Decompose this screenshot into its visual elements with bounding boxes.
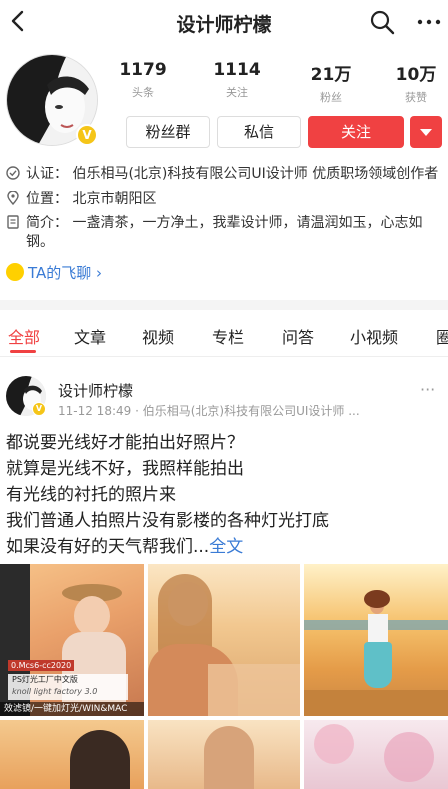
tab-columns[interactable]: 专栏 bbox=[212, 324, 244, 348]
post-image-2[interactable] bbox=[148, 564, 300, 716]
hair-shape bbox=[364, 590, 390, 608]
post-text-truncated: 如果没有好的天气帮我们... bbox=[6, 537, 210, 557]
tab-circle[interactable]: 圈 bbox=[436, 324, 448, 348]
image-tag: 0.Mcs6-cc2020 bbox=[8, 660, 75, 671]
tab-articles[interactable]: 文章 bbox=[74, 324, 106, 348]
image-caption-title: PS灯光工厂中文版 bbox=[12, 675, 78, 684]
tab-short-videos[interactable]: 小视频 bbox=[350, 324, 398, 348]
stat-value: 1114 bbox=[213, 60, 261, 80]
post-image-3[interactable] bbox=[304, 564, 448, 716]
location-text: 位置： 北京市朝阳区 bbox=[26, 191, 157, 207]
top-bar: 设计师柠檬 bbox=[0, 0, 448, 44]
search-icon[interactable] bbox=[368, 8, 396, 36]
fans-group-button[interactable]: 粉丝群 bbox=[126, 116, 210, 148]
message-button[interactable]: 私信 bbox=[217, 116, 301, 148]
feiliao-link[interactable]: TA的飞聊 › bbox=[6, 262, 102, 283]
skirt-shape bbox=[364, 642, 392, 688]
stat-following[interactable]: 1114 关注 bbox=[202, 60, 272, 100]
active-tab-indicator bbox=[10, 350, 36, 353]
post-text-line: 有光线的衬托的照片来 bbox=[6, 485, 176, 505]
image-bottom-text: 效滤镜/一键加灯光/WIN&MAC bbox=[0, 702, 144, 716]
image-caption-sub: knoll light factory 3.0 bbox=[12, 687, 98, 696]
intro-text-continued: 钢。 bbox=[26, 234, 54, 250]
post-author[interactable]: 设计师柠檬 bbox=[58, 380, 133, 401]
post-text-last-line: 如果没有好的天气帮我们...全文 bbox=[6, 532, 243, 557]
tab-qa[interactable]: 问答 bbox=[282, 324, 314, 348]
sand-shape bbox=[208, 664, 300, 716]
post-text-line: 都说要光线好才能拍出好照片？ bbox=[6, 433, 244, 453]
post-image-4[interactable] bbox=[0, 720, 144, 789]
blossom-shape bbox=[314, 724, 354, 764]
verified-badge: V bbox=[76, 124, 98, 146]
stat-value: 10万 bbox=[395, 65, 437, 85]
stat-label: 粉丝 bbox=[320, 91, 342, 104]
more-icon[interactable] bbox=[416, 12, 442, 32]
post-image-5[interactable] bbox=[148, 720, 300, 789]
post-text-line: 我们普通人拍照片没有影楼的各种灯光打底 bbox=[6, 511, 329, 531]
stat-fans[interactable]: 21万 粉丝 bbox=[296, 60, 366, 105]
hair-shape bbox=[70, 730, 130, 789]
tab-videos[interactable]: 视频 bbox=[142, 324, 174, 348]
post-text-line: 就算是光线不好，我照样能拍出 bbox=[6, 459, 244, 479]
verified-check-icon bbox=[6, 166, 20, 180]
image-caption-box: PS灯光工厂中文版 knoll light factory 3.0 bbox=[8, 674, 128, 700]
post-more-icon[interactable]: ··· bbox=[420, 380, 435, 399]
stat-likes[interactable]: 10万 获赞 bbox=[388, 60, 444, 105]
certification-text: 认证： 伯乐相马(北京)科技有限公司UI设计师 优质职场领域创作者 bbox=[26, 166, 439, 182]
sand-shape bbox=[304, 690, 448, 716]
certification-row: 认证： 伯乐相马(北京)科技有限公司UI设计师 优质职场领域创作者 bbox=[6, 164, 438, 184]
stat-value: 21万 bbox=[310, 65, 352, 85]
tab-all[interactable]: 全部 bbox=[8, 324, 40, 348]
stat-toutiao[interactable]: 1179 头条 bbox=[108, 60, 178, 100]
location-row: 位置： 北京市朝阳区 bbox=[6, 189, 156, 209]
top-shape bbox=[368, 614, 388, 644]
blossom-shape bbox=[384, 732, 434, 782]
intro-row: 简介： 一盏清茶，一方净土，我辈设计师，请温润如玉，心志如 bbox=[6, 213, 422, 233]
follow-dropdown-button[interactable] bbox=[410, 116, 442, 148]
post-verified-badge: V bbox=[32, 402, 46, 416]
post-meta: 11-12 18:49 · 伯乐相马(北京)科技有限公司UI设计师 ... bbox=[58, 404, 360, 418]
location-pin-icon bbox=[7, 191, 19, 205]
intro-text: 简介： 一盏清茶，一方净土，我辈设计师，请温润如玉，心志如 bbox=[26, 215, 423, 231]
post-image-1[interactable]: 0.Mcs6-cc2020 PS灯光工厂中文版 knoll light fact… bbox=[0, 564, 144, 716]
read-full-link[interactable]: 全文 bbox=[209, 537, 243, 557]
feiliao-label: TA的飞聊 › bbox=[28, 264, 103, 282]
stat-label: 头条 bbox=[132, 86, 154, 99]
tab-divider bbox=[0, 356, 448, 357]
intro-row-continued: 钢。 bbox=[6, 232, 54, 252]
document-icon bbox=[7, 215, 19, 229]
stat-label: 关注 bbox=[226, 86, 248, 99]
face-shape bbox=[204, 726, 254, 789]
post-image-6[interactable] bbox=[304, 720, 448, 789]
stat-value: 1179 bbox=[119, 60, 167, 80]
section-divider bbox=[0, 300, 448, 310]
content-tabs: 全部 文章 视频 专栏 问答 小视频 圈 bbox=[0, 318, 448, 354]
chat-bubble-icon bbox=[6, 263, 24, 281]
face-shape bbox=[74, 596, 110, 636]
follow-button[interactable]: 关注 bbox=[308, 116, 404, 148]
stat-label: 获赞 bbox=[405, 91, 427, 104]
